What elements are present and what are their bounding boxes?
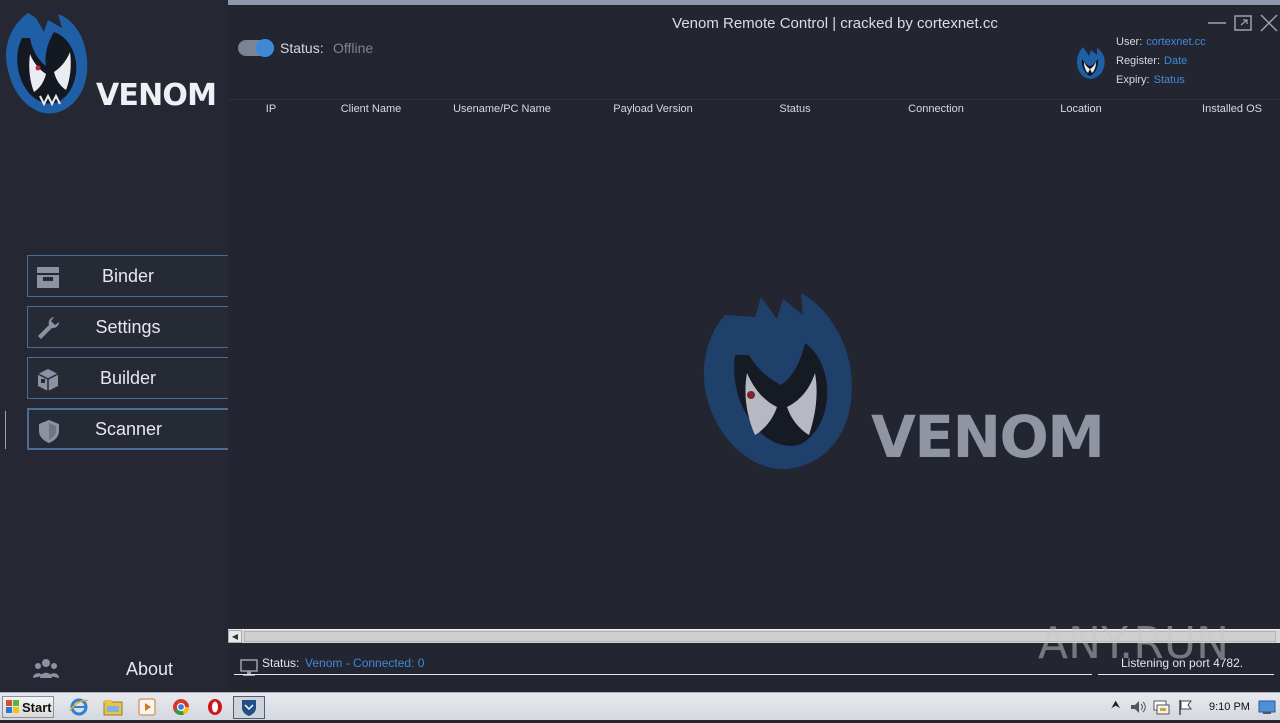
media-player-icon[interactable]: [136, 697, 158, 717]
sidebar-item-label: Settings: [95, 316, 161, 337]
venom-watermark-logo: VENOM: [703, 293, 1105, 471]
venom-app-icon: [242, 700, 256, 716]
venom-logo-text: VENOM: [96, 78, 216, 113]
close-icon[interactable]: [1258, 12, 1280, 34]
sidebar-item-label: Scanner: [94, 418, 163, 439]
expiry-info: Expiry: Status: [1116, 74, 1185, 86]
package-box-icon: [37, 369, 59, 391]
register-label: Register:: [1116, 55, 1161, 67]
sidebar-item-binder[interactable]: Binder: [27, 255, 228, 297]
clients-table-header: IP Client Name Usename/PC Name Payload V…: [228, 99, 1280, 119]
network-computer-icon: [240, 659, 258, 676]
network-tray-icon[interactable]: [1151, 697, 1173, 717]
expiry-value: Status: [1153, 74, 1185, 86]
column-header-installed-os[interactable]: Installed OS: [1202, 103, 1262, 115]
folder-icon[interactable]: [102, 697, 124, 717]
taskbar-item-venom[interactable]: [233, 696, 265, 719]
window-title: Venom Remote Control | cracked by cortex…: [672, 15, 998, 32]
sidebar-item-builder[interactable]: Builder: [27, 357, 228, 399]
header-status-value: Offline: [333, 40, 374, 56]
minimize-icon[interactable]: [1206, 12, 1228, 34]
user-value: cortexnet.cc: [1146, 36, 1206, 48]
chrome-icon[interactable]: [170, 697, 192, 717]
sidebar: VENOM Binder Settings Builder Scanner Ab…: [0, 0, 228, 692]
user-label: User:: [1116, 36, 1143, 48]
opera-icon[interactable]: [204, 697, 226, 717]
sidebar-item-scanner[interactable]: Scanner: [27, 408, 228, 450]
statusbar-status-value: Venom - Connected: 0: [305, 656, 425, 670]
anyrun-watermark-text: ANY.RUN: [1038, 618, 1230, 668]
scroll-left-arrow-icon[interactable]: ◀: [228, 630, 242, 643]
column-header-payload-version[interactable]: Payload Version: [613, 103, 693, 115]
anyrun-watermark: ANY.RUN: [1038, 612, 1238, 669]
column-header-username[interactable]: Usename/PC Name: [453, 103, 551, 115]
inbox-tray-icon: [37, 267, 59, 288]
statusbar-status-label: Status:: [262, 656, 300, 670]
online-toggle-switch[interactable]: [238, 39, 274, 57]
volume-icon[interactable]: [1127, 697, 1149, 717]
user-info: User: cortexnet.cc: [1116, 36, 1206, 48]
header-status-label: Status:: [280, 40, 324, 56]
windows-taskbar: Start ⮝ 9:10 PM: [0, 692, 1280, 720]
title-bar-edge: [228, 0, 1280, 5]
active-item-marker: [5, 411, 6, 449]
windows-logo-icon: [6, 700, 19, 713]
sidebar-item-label: Binder: [101, 265, 155, 286]
restore-icon[interactable]: [1232, 12, 1254, 34]
column-header-location[interactable]: Location: [1060, 103, 1102, 115]
column-header-connection[interactable]: Connection: [908, 103, 964, 115]
watermark-logo-text: VENOM: [871, 403, 1103, 471]
wrench-icon: [38, 317, 60, 339]
sidebar-item-settings[interactable]: Settings: [27, 306, 228, 348]
column-header-ip[interactable]: IP: [266, 103, 276, 115]
internet-explorer-icon[interactable]: [68, 697, 90, 717]
venom-logo: VENOM: [6, 13, 217, 114]
user-avatar: [1077, 47, 1105, 79]
sidebar-item-label: Builder: [99, 367, 157, 388]
shield-icon: [39, 420, 59, 443]
statusbar-divider-right: [1098, 674, 1274, 675]
venom-app-window: VENOM Binder Settings Builder Scanner Ab…: [0, 0, 1280, 692]
people-group-icon: [33, 659, 59, 678]
column-header-client-name[interactable]: Client Name: [341, 103, 402, 115]
taskbar-clock[interactable]: 9:10 PM: [1209, 701, 1250, 713]
show-desktop-icon[interactable]: [1257, 697, 1279, 717]
tray-expand-icon[interactable]: ⮝: [1111, 699, 1120, 712]
register-value: Date: [1164, 55, 1188, 67]
start-button[interactable]: Start: [2, 696, 54, 718]
start-label: Start: [22, 699, 52, 715]
about-button[interactable]: About: [28, 652, 228, 688]
toggle-knob: [256, 39, 274, 57]
expiry-label: Expiry:: [1116, 74, 1150, 86]
statusbar-divider: [234, 674, 1092, 675]
register-info: Register: Date: [1116, 55, 1187, 67]
column-header-status[interactable]: Status: [779, 103, 810, 115]
action-center-flag-icon[interactable]: [1175, 697, 1197, 717]
about-label: About: [126, 659, 174, 679]
